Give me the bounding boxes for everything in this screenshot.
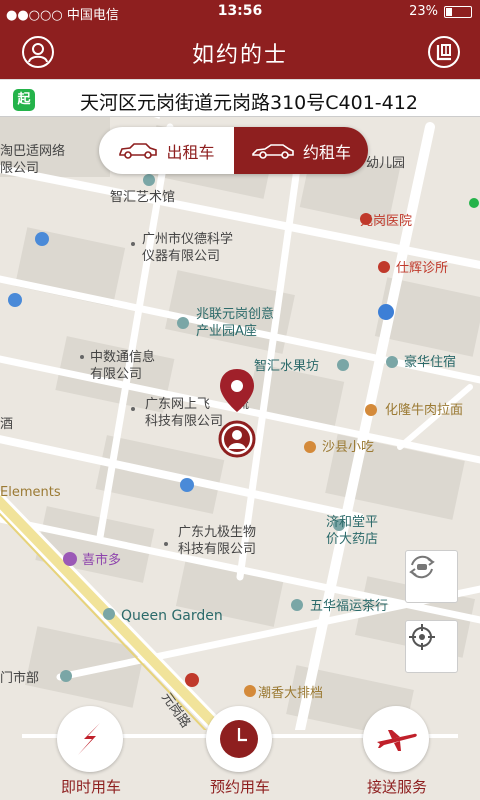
app-header: 如约的士 (0, 24, 480, 79)
map-label: 化隆牛肉拉面 (385, 403, 464, 418)
map-label: 沙县小吃 (322, 440, 375, 455)
taxi-tab-label: 出租车 (166, 142, 215, 162)
map-label: 广东九极生物 科技有限公司 (178, 525, 257, 557)
premium-car-icon (252, 143, 294, 159)
map-label: 喜市多 (82, 553, 122, 568)
refresh-cars-button[interactable] (405, 550, 458, 603)
clock-icon (220, 720, 258, 758)
battery-percent: 23% (409, 4, 438, 19)
airplane-icon (377, 730, 417, 751)
orders-button[interactable] (428, 36, 460, 68)
crosshair-icon (409, 624, 435, 650)
taxi-car-icon (119, 142, 158, 159)
airport-transfer-circle (363, 706, 429, 772)
map-label: 智汇水果坊 (254, 359, 320, 374)
service-selector: 即时用车 预约用车 接送服务 (0, 706, 480, 800)
instant-ride-button[interactable]: 即时用车 (31, 706, 151, 800)
map-label: 广州市仪德科学 仪器有限公司 (142, 232, 234, 264)
status-bar: ●●○○○ 中国电信 13:56 23% (0, 0, 480, 24)
map-label: Queen Garden (121, 608, 223, 624)
instant-ride-circle (57, 706, 123, 772)
map-label: 仕辉诊所 (396, 261, 449, 276)
location-pin-icon (218, 369, 256, 458)
map-label: 济和堂平 价大药店 (326, 515, 379, 547)
map-label: 元岗医院 (360, 214, 413, 229)
premium-car-tab[interactable]: 约租车 (234, 127, 368, 174)
map-label: 中数通信息 有限公司 (90, 350, 156, 382)
car-type-toggle: 出租车 约租车 (99, 127, 368, 174)
lightning-icon (78, 723, 100, 755)
airport-transfer-label: 接送服务 (366, 778, 427, 796)
start-point-badge: 起 (13, 89, 35, 111)
map-label: 淘巴适网络 限公司 (0, 144, 66, 176)
airport-transfer-button[interactable]: 接送服务 (337, 706, 457, 800)
map-label: Elements (0, 485, 61, 500)
scheduled-ride-circle (206, 706, 272, 772)
map-label: 潮香大排档 (258, 686, 324, 701)
premium-tab-label: 约租车 (302, 142, 351, 162)
battery-icon (444, 6, 472, 18)
scheduled-ride-label: 预约用车 (209, 778, 270, 796)
refresh-car-icon (409, 555, 435, 579)
map-label: 智汇艺术馆 (110, 190, 176, 205)
map-label: 门市部 (0, 671, 40, 686)
locate-me-button[interactable] (405, 620, 458, 673)
page-title: 如约的士 (191, 43, 288, 68)
map-label: 酒 (0, 417, 14, 432)
map-label: 幼儿园 (366, 156, 406, 171)
pickup-address-bar[interactable]: 起 天河区元岗街道元岗路310号C401-412 (0, 79, 480, 117)
map-view[interactable]: 淘巴适网络 限公司 智汇艺术馆 广州市仪德科学 仪器有限公司 兆联元岗创意 产业… (0, 117, 480, 730)
map-label: 豪华住宿 (404, 355, 457, 370)
map-label: 兆联元岗创意 产业园A座 (196, 307, 275, 339)
scheduled-ride-button[interactable]: 预约用车 (180, 706, 300, 800)
instant-ride-label: 即时用车 (60, 778, 121, 796)
order-list-icon (436, 44, 451, 61)
clock: 13:56 (217, 3, 263, 19)
map-label: 五华福运茶行 (310, 599, 389, 614)
taxi-tab[interactable]: 出租车 (99, 127, 234, 174)
pickup-address-text[interactable]: 天河区元岗街道元岗路310号C401-412 (80, 88, 418, 115)
